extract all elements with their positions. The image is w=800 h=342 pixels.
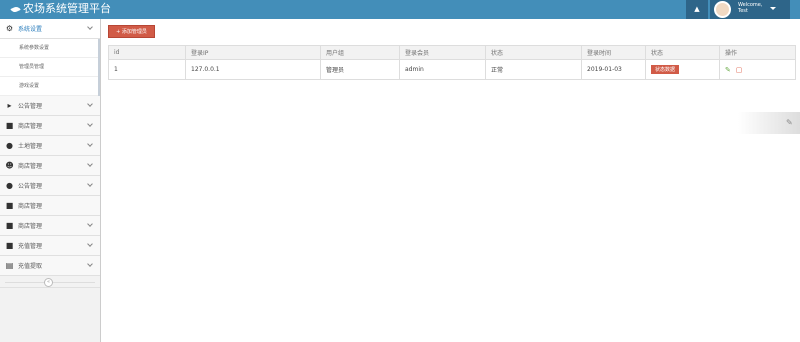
column-header[interactable]: 登录时间 xyxy=(581,45,646,60)
chevron-down-icon xyxy=(87,261,93,267)
gamepad-icon: ⚙ xyxy=(5,24,14,33)
sidebar-item-system-settings[interactable]: ⚙ 系统设置 xyxy=(0,19,100,39)
sidebar-item-label: 公告管理 xyxy=(18,183,43,190)
gift-icon: ■ xyxy=(5,241,14,250)
brand[interactable]: 农场系统管理平台 xyxy=(10,2,111,16)
user-menu[interactable]: Welcome, Test xyxy=(710,0,790,19)
chevron-down-icon xyxy=(87,161,93,167)
submenu-item[interactable]: 游戏设置 xyxy=(0,77,98,96)
gift-icon: ■ xyxy=(5,121,14,130)
sidebar-item-label: 商店管理 xyxy=(18,163,43,170)
submenu-item[interactable]: 管理员管理 xyxy=(0,58,98,77)
app-title: 农场系统管理平台 xyxy=(23,2,111,15)
cell-actions: ✎ ▢ xyxy=(719,59,796,80)
sidebar-item[interactable]: ● 公告管理 xyxy=(0,176,100,196)
cell-state: 正常 xyxy=(485,59,582,80)
chevron-down-icon xyxy=(87,141,93,147)
sidebar-item-label: 土地管理 xyxy=(18,143,43,150)
sidebar-item-label: 商店管理 xyxy=(18,123,43,130)
globe-icon: ● xyxy=(6,181,13,190)
avatar xyxy=(714,1,731,18)
sidebar-item-label: 充值管理 xyxy=(18,243,43,250)
sidebar-item[interactable]: ■ 商店管理 xyxy=(0,196,100,216)
pencil-icon[interactable]: ✎ xyxy=(786,118,793,127)
caret-down-icon xyxy=(770,7,776,10)
submenu-item[interactable]: 系统参数设置 xyxy=(0,39,98,58)
sidebar-item-label: 系统设置 xyxy=(18,26,43,33)
add-admin-label: 添加管理员 xyxy=(121,29,147,35)
bullhorn-icon: ▸ xyxy=(7,101,12,110)
leaf-icon xyxy=(10,4,21,14)
chevron-down-icon xyxy=(87,121,93,127)
cell-member: admin xyxy=(399,59,486,80)
column-header[interactable]: id xyxy=(108,45,186,60)
sidebar-collapse[interactable]: « xyxy=(0,276,100,288)
globe-icon: ● xyxy=(6,141,13,150)
cell-badge: 状态数据 xyxy=(645,59,720,80)
admin-table: id 登录IP 用户组 登录会员 状态 登录时间 状态 操作 1 127.0.0… xyxy=(108,45,796,80)
chevron-down-icon xyxy=(87,181,93,187)
sidebar-item-label: 充值提取 xyxy=(18,263,43,270)
chevron-down-icon xyxy=(87,24,93,30)
column-header[interactable]: 用户组 xyxy=(320,45,400,60)
add-admin-button[interactable]: + 添加管理员 xyxy=(108,25,155,38)
column-header[interactable]: 登录会员 xyxy=(399,45,486,60)
sidebar-item[interactable]: ▸ 公告管理 xyxy=(0,96,100,116)
pencil-icon[interactable]: ✎ xyxy=(725,66,731,74)
cell-time: 2019-01-03 xyxy=(581,59,646,80)
sidebar-item[interactable]: ■ 商店管理 xyxy=(0,116,100,136)
sidebar-item-label: 商店管理 xyxy=(18,223,43,230)
status-badge: 状态数据 xyxy=(651,65,680,74)
chevron-down-icon xyxy=(87,101,93,107)
cell-group: 管理员 xyxy=(320,59,400,80)
sidebar-item-label: 公告管理 xyxy=(18,103,43,110)
table-header-row: id 登录IP 用户组 登录会员 状态 登录时间 状态 操作 xyxy=(108,45,796,60)
sidebar: ⚙ 系统设置 系统参数设置 管理员管理 游戏设置 ▸ 公告管理 ■ 商店管理 ● 土地… xyxy=(0,19,101,342)
column-header[interactable]: 状态 xyxy=(645,45,720,60)
chevron-down-icon xyxy=(87,221,93,227)
gift-icon: ■ xyxy=(5,201,14,210)
sidebar-item[interactable]: ■ 充值管理 xyxy=(0,236,100,256)
double-angle-left-icon[interactable]: « xyxy=(44,278,53,287)
sidebar-item[interactable]: ● 土地管理 xyxy=(0,136,100,156)
trash-icon[interactable]: ▢ xyxy=(736,66,743,74)
column-header[interactable]: 操作 xyxy=(719,45,796,60)
sidebar-item-label: 商店管理 xyxy=(18,203,43,210)
table-row: 1 127.0.0.1 管理员 admin 正常 2019-01-03 状态数据… xyxy=(108,59,796,80)
top-navbar: 农场系统管理平台 ▲ Welcome, Test xyxy=(0,0,800,19)
sidebar-item[interactable]: ■ 商店管理 xyxy=(0,216,100,236)
bell-icon: ▲ xyxy=(694,5,700,13)
notification-button[interactable]: ▲ xyxy=(686,0,708,19)
sidebar-item[interactable]: ▤ 充值提取 xyxy=(0,256,100,276)
gift-icon: ■ xyxy=(5,221,14,230)
column-header[interactable]: 登录IP xyxy=(185,45,321,60)
sidebar-item[interactable]: ☻ 商店管理 xyxy=(0,156,100,176)
users-icon: ☻ xyxy=(5,161,14,170)
submenu: 系统参数设置 管理员管理 游戏设置 xyxy=(0,39,100,96)
calendar-icon: ▤ xyxy=(5,261,14,270)
username: Test xyxy=(738,8,748,14)
cell-ip: 127.0.0.1 xyxy=(185,59,321,80)
cell-id: 1 xyxy=(108,59,186,80)
chevron-down-icon xyxy=(87,241,93,247)
column-header[interactable]: 状态 xyxy=(485,45,582,60)
